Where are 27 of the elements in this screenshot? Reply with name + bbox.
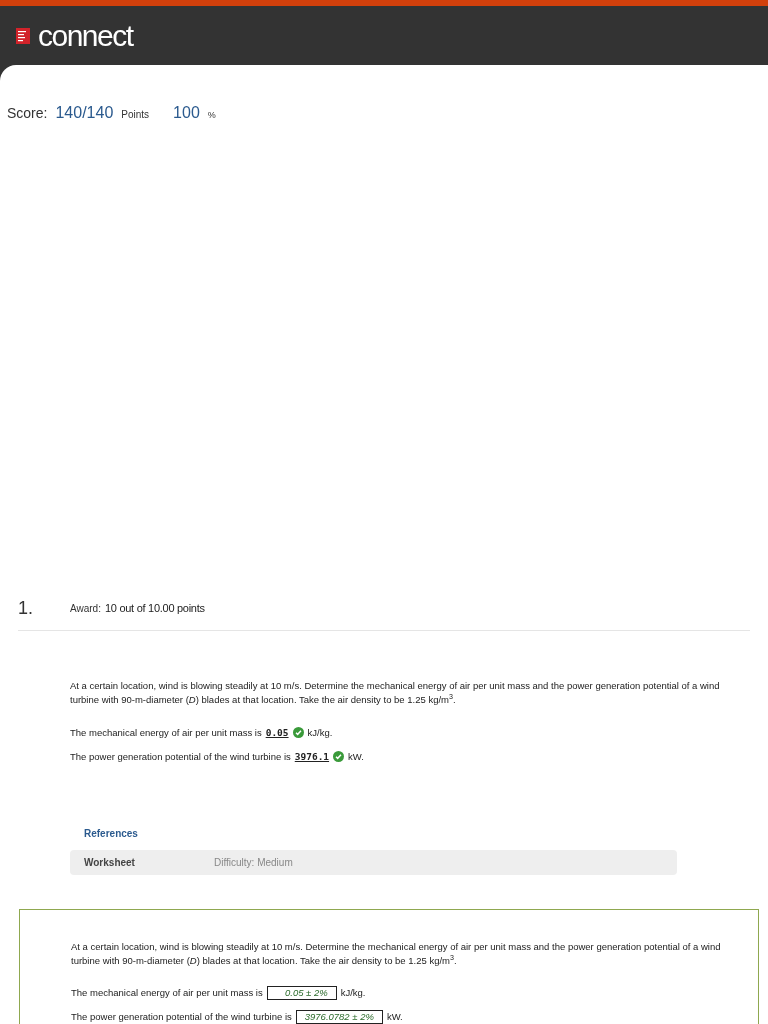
answer-field: 3976.0782 ± 2% [295,1010,383,1024]
score-percent: 100 [173,103,200,123]
answer-field: 0.05 ± 2% [266,986,337,1000]
logo-icon [16,27,30,44]
difficulty-text: Difficulty: Medium [214,855,293,870]
answer-text: The mechanical energy of air per unit mass is [70,725,262,740]
answer-unit: kW. [348,749,364,764]
award-text: 10 out of 10.00 points [104,600,205,616]
percent-sign: % [207,109,216,122]
answer-value: 0.05 [265,725,289,740]
points-label: Points [121,108,150,122]
solution-text: At a certain location, wind is blowing steadily at 10 m/s. Determine the mechanical energy of air per unit mass and the power generation potential of a wind turbine with 90-m-diameter (D) blades at that location. Take the air density to be 1.25 kg/m$^{3}$. [71,940,722,968]
award-label: Award: [70,601,101,616]
answer-text: The mechanical energy of air per unit mass is [71,986,263,1000]
logo-text: connect [38,20,133,51]
problem-text: At a certain location, wind is blowing steadily at 10 m/s. Determine the mechanical energy of air per unit mass and the power generation potential of a wind turbine with 90-m-diameter (D) blades at that location. Take the air density to be 1.25 kg/m$^{3}$. [70,678,721,707]
question-number: 1. [18,596,34,620]
answer-unit: kJ/kg. [340,986,366,1000]
references-heading: References [84,827,138,839]
answer-text: The power generation potential of the wind turbine is [70,749,291,764]
score-label: Score: [7,104,48,123]
answer-unit: kJ/kg. [307,725,333,740]
worksheet-link[interactable]: Worksheet [84,854,214,870]
score-value: 140/140 [55,103,114,123]
answer-text: The power generation potential of the wind turbine is [71,1010,292,1024]
answer-unit: kW. [386,1010,403,1024]
answer-value: 3976.1 [294,749,330,764]
